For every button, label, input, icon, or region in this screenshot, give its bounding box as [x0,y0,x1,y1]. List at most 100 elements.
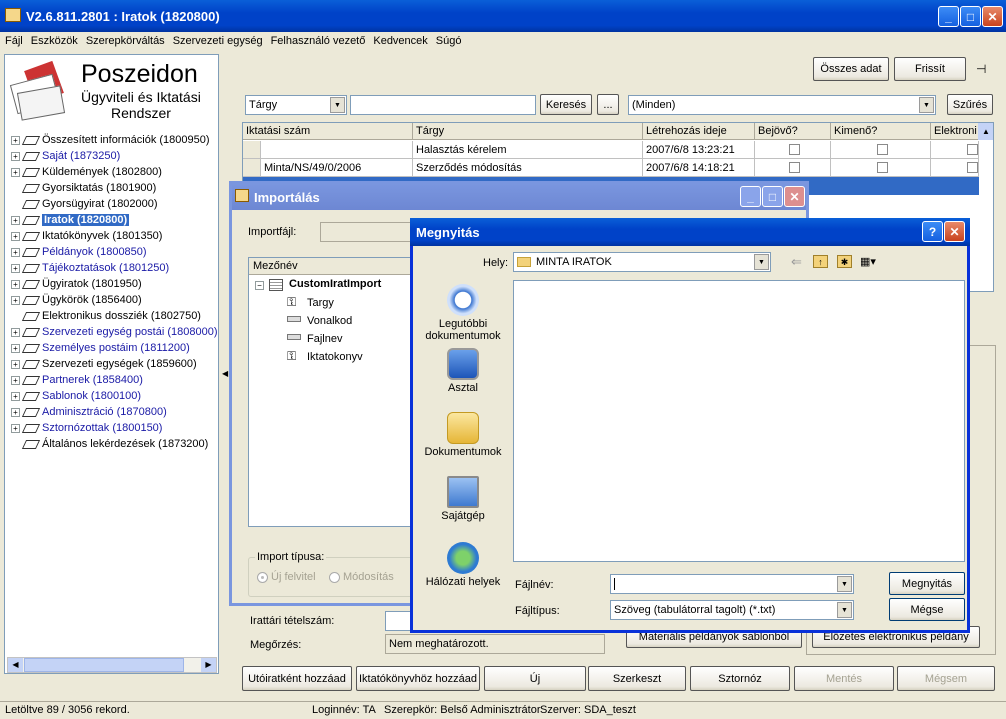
filter-button[interactable]: Szűrés [947,94,993,115]
bejovo-checkbox[interactable] [755,141,831,159]
close-button[interactable]: ✕ [982,6,1003,27]
help-button[interactable]: ? [922,221,943,242]
tree-expand-icon[interactable]: + [11,407,20,417]
place-mycomputer[interactable]: Sajátgép [423,476,503,522]
col-header-letrehozas[interactable]: Létrehozás ideje [643,123,755,140]
tree-collapse-icon[interactable]: − [255,281,264,290]
view-menu-icon[interactable]: ▦▾ [860,255,882,268]
tree-expand-icon[interactable]: + [11,167,20,177]
edit-button[interactable]: Szerkeszt [588,666,686,691]
tree-item[interactable]: Gyorsügyirat (1802000) [11,196,158,212]
save-button[interactable]: Mentés [794,666,894,691]
file-list[interactable] [513,280,965,562]
open-close-button[interactable]: ✕ [944,221,965,242]
tree-expand-icon[interactable]: + [11,295,20,305]
search-input[interactable] [350,95,536,115]
horizontal-scrollbar[interactable]: ◀ ▶ [7,657,217,673]
tree-item[interactable]: + Sablonok (1800100) [11,388,141,404]
tree-item[interactable]: + Partnerek (1858400) [11,372,143,388]
col-header-elektronikus[interactable]: Elektroni [931,123,979,140]
tree-expand-icon[interactable]: + [11,375,20,385]
col-header-iktatasi[interactable]: Iktatási szám [243,123,413,140]
import-minimize-button[interactable]: _ [740,186,761,207]
kimeno-checkbox[interactable] [831,141,931,159]
field-vonalkod[interactable]: Vonalkod [307,315,352,327]
tree-item[interactable]: + Iratok (1820800) [11,212,130,228]
tree-expand-icon[interactable]: + [11,343,20,353]
tree-root-label[interactable]: CustomIratImport [289,278,381,290]
tree-expand-icon[interactable]: + [11,327,20,337]
place-desktop[interactable]: Asztal [423,348,503,394]
search-field-select[interactable]: Tárgy ▼ [245,95,347,115]
tree-item[interactable]: + Küldemények (1802800) [11,164,162,180]
cancel-button[interactable]: Mégsem [897,666,995,691]
field-fajlnev[interactable]: Fajlnev [307,333,342,345]
import-maximize-button[interactable]: □ [762,186,783,207]
more-options-button[interactable]: ... [597,94,619,115]
elektronikus-checkbox[interactable] [931,159,979,177]
kimeno-checkbox[interactable] [831,159,931,177]
tree-item[interactable]: + Ügykörök (1856400) [11,292,142,308]
up-folder-icon[interactable]: ↑ [813,255,828,268]
tree-item[interactable]: Elektronikus dossziék (1802750) [11,308,201,324]
tree-expand-icon[interactable]: + [11,231,20,241]
tree-item[interactable]: + Adminisztráció (1870800) [11,404,167,420]
table-cell[interactable] [261,141,413,159]
radio-modify[interactable]: Módosítás [329,571,394,583]
tree-expand-icon[interactable]: + [11,359,20,369]
tree-item[interactable]: + Iktatókönyvek (1801350) [11,228,162,244]
tree-item[interactable]: + Szervezeti egység postái (1808000) [11,324,218,340]
menu-role-switch[interactable]: Szerepkörváltás [86,35,165,47]
tree-item[interactable]: + Sztornózottak (1800150) [11,420,162,436]
tree-expand-icon[interactable]: + [11,135,20,145]
tree-expand-icon[interactable]: + [11,391,20,401]
menu-help[interactable]: Súgó [436,35,462,47]
menu-user-manager[interactable]: Felhasználó vezető [271,35,366,47]
pin-icon[interactable]: ⊣ [976,62,986,76]
field-targy[interactable]: Targy [307,297,334,309]
tree-expand-icon[interactable]: + [11,215,20,225]
tree-item[interactable]: + Saját (1873250) [11,148,120,164]
tree-item[interactable]: + Szervezeti egységek (1859600) [11,356,197,372]
tree-item[interactable]: Gyorsiktatás (1801900) [11,180,156,196]
menu-favorites[interactable]: Kedvencek [373,35,427,47]
add-to-register-button[interactable]: Iktatókönyvhöz hozzáad [356,666,480,691]
search-button[interactable]: Keresés [540,94,592,115]
col-header-targy[interactable]: Tárgy [413,123,643,140]
place-documents[interactable]: Dokumentumok [423,412,503,458]
grid-scroll-up-icon[interactable]: ▲ [978,123,993,140]
table-cell[interactable]: 2007/6/8 13:23:21 [643,141,755,159]
scroll-left-icon[interactable]: ◀ [8,658,23,672]
splitter-collapse-icon[interactable]: ◀ [222,369,228,381]
all-data-button[interactable]: Összes adat [813,57,889,81]
minimize-button[interactable]: _ [938,6,959,27]
tree-item[interactable]: + Összesített információk (1800950) [11,132,210,148]
tree-expand-icon[interactable]: + [11,263,20,273]
col-header-kimeno[interactable]: Kimenő? [831,123,931,140]
tree-item[interactable]: + Ügyiratok (1801950) [11,276,142,292]
filter-select[interactable]: (Minden) ▼ [628,95,936,115]
table-cell[interactable]: Halasztás kérelem [413,141,643,159]
place-recent[interactable]: Legutóbbi dokumentumok [423,284,503,342]
col-header-bejovo[interactable]: Bejövő? [755,123,831,140]
tree-expand-icon[interactable]: + [11,423,20,433]
new-folder-icon[interactable]: ✱ [837,255,852,268]
filename-input[interactable]: ▼ [610,574,854,594]
place-network[interactable]: Hálózati helyek [423,542,503,588]
tree-expand-icon[interactable]: + [11,247,20,257]
scroll-right-icon[interactable]: ▶ [201,658,216,672]
refresh-button[interactable]: Frissít [894,57,966,81]
import-file-input[interactable] [320,222,420,242]
scroll-thumb[interactable] [24,658,184,672]
menu-org-unit[interactable]: Szervezeti egység [173,35,263,47]
maximize-button[interactable]: □ [960,6,981,27]
tree-item[interactable]: + Példányok (1800850) [11,244,147,260]
storno-button[interactable]: Sztornóz [690,666,790,691]
menu-file[interactable]: Fájl [5,35,23,47]
import-close-button[interactable]: ✕ [784,186,805,207]
irattari-input[interactable] [385,611,411,631]
table-cell[interactable]: 2007/6/8 14:18:21 [643,159,755,177]
table-cell[interactable]: Szerződés módosítás [413,159,643,177]
tree-item[interactable]: + Személyes postáim (1811200) [11,340,190,356]
field-iktatokonyv[interactable]: Iktatokonyv [307,351,363,363]
